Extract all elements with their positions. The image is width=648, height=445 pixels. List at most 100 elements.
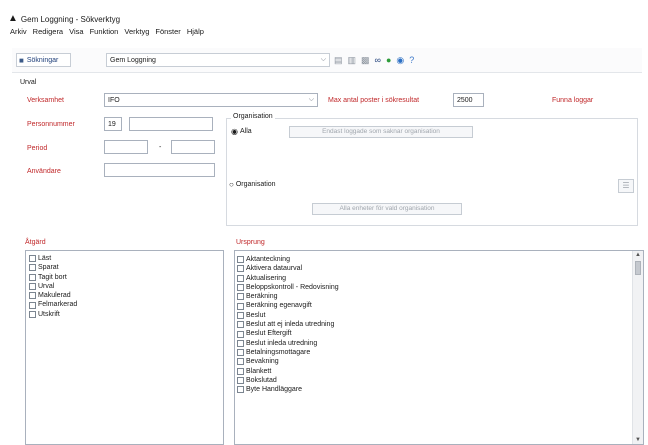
checkbox[interactable] xyxy=(29,255,36,263)
list-item[interactable]: Tagit bort xyxy=(29,273,223,282)
print-icon[interactable]: ▤ xyxy=(334,55,343,66)
atgard-label: Åtgärd xyxy=(25,239,46,246)
list-item[interactable]: Beslut inleda utredning xyxy=(237,339,643,348)
menu-item-fonster[interactable]: Fönster xyxy=(155,27,180,36)
menu-item-funktion[interactable]: Funktion xyxy=(90,27,119,36)
checkbox[interactable] xyxy=(237,386,244,394)
alla-enheter-button[interactable]: Alla enheter för vald organisation xyxy=(312,203,462,215)
saved-search-selector[interactable]: ■ Sökningar xyxy=(16,53,71,67)
checkbox[interactable] xyxy=(29,273,36,281)
list-item[interactable]: Beslut Eftergift xyxy=(237,329,643,338)
menu-item-verktyg[interactable]: Verktyg xyxy=(124,27,149,36)
checkbox[interactable] xyxy=(237,321,244,329)
scroll-down-icon[interactable]: ▼ xyxy=(633,437,643,443)
period-from-input[interactable] xyxy=(104,140,148,154)
scroll-up-icon[interactable]: ▲ xyxy=(633,251,643,259)
max-poster-label: Max antal poster i sökresultat xyxy=(328,97,420,104)
checkbox[interactable] xyxy=(237,358,244,366)
checkbox[interactable] xyxy=(237,311,244,319)
verksamhet-label: Verksamhet xyxy=(27,97,64,104)
checkbox[interactable] xyxy=(29,283,36,291)
ursprung-list: Aktanteckning Aktivera dataurval Aktuali… xyxy=(234,250,644,445)
checkbox[interactable] xyxy=(237,330,244,338)
ursprung-scrollbar[interactable]: ▲ ▼ xyxy=(632,251,643,444)
app-logo-icon: ▲ xyxy=(8,13,18,24)
radio-selected-icon: ◉ xyxy=(231,127,238,136)
checkbox[interactable] xyxy=(237,377,244,384)
save-icon: ■ xyxy=(19,55,24,65)
checkbox[interactable] xyxy=(237,274,244,282)
list-item[interactable]: Utskrift xyxy=(29,310,223,319)
question-icon[interactable]: ? xyxy=(409,55,414,65)
binoculars-icon[interactable]: ∞ xyxy=(375,55,381,65)
personnummer-input[interactable] xyxy=(129,117,213,131)
checkbox[interactable] xyxy=(237,293,244,301)
checkbox[interactable] xyxy=(237,339,244,347)
help-icon[interactable]: ◉ xyxy=(396,55,404,66)
funna-loggar-label: Funna loggar xyxy=(552,97,594,104)
list-item[interactable]: Beräkning egenavgift xyxy=(237,301,643,310)
menu-bar: Arkiv Redigera Visa Funktion Verktyg Fön… xyxy=(10,27,210,36)
period-separator: - xyxy=(159,144,162,151)
list-item[interactable]: Byte Handläggare xyxy=(237,385,643,394)
title-bar: ▲ Gem Loggning - Sökverktyg xyxy=(8,13,120,25)
list-item[interactable]: Makulerad xyxy=(29,291,223,300)
menu-item-visa[interactable]: Visa xyxy=(69,27,83,36)
ursprung-label: Ursprung xyxy=(236,239,265,246)
tree-picker-icon: ☰ xyxy=(622,181,630,190)
list-item[interactable]: Beslut xyxy=(237,311,643,320)
list-item[interactable]: Läst xyxy=(29,254,223,263)
menu-item-hjalp[interactable]: Hjälp xyxy=(187,27,204,36)
list-item[interactable]: Sparat xyxy=(29,263,223,272)
chevron-down-icon: ⌵ xyxy=(320,56,326,63)
period-to-input[interactable] xyxy=(171,140,215,154)
checkbox[interactable] xyxy=(237,302,244,310)
checkbox[interactable] xyxy=(237,265,244,273)
list-item[interactable]: Beräkning xyxy=(237,292,643,301)
checkbox[interactable] xyxy=(29,264,36,272)
anvandare-label: Användare xyxy=(27,168,61,175)
list-item[interactable]: Bevakning xyxy=(237,357,643,366)
run-search-icon[interactable]: ● xyxy=(386,55,391,65)
toolbar-icons: ▤ ▥ ▩ ∞ ● ◉ ? xyxy=(334,54,414,66)
menu-item-redigera[interactable]: Redigera xyxy=(33,27,63,36)
org-picker-button[interactable]: ☰ xyxy=(618,179,634,193)
list-item[interactable]: Blankett xyxy=(237,367,643,376)
period-label: Period xyxy=(27,145,48,152)
checkbox[interactable] xyxy=(237,349,244,357)
list-item[interactable]: Beslut att ej inleda utredning xyxy=(237,320,643,329)
list-item[interactable]: Bokslutad xyxy=(237,376,643,385)
print-preview-icon[interactable]: ▥ xyxy=(348,55,357,66)
anvandare-input[interactable] xyxy=(104,163,215,177)
list-item[interactable]: Aktanteckning xyxy=(237,255,643,264)
radio-alla[interactable]: ◉ Alla xyxy=(231,127,252,136)
personnummer-label: Personnummer xyxy=(27,121,75,128)
atgard-list: Läst Sparat Tagit bort Urval Makulerad F… xyxy=(25,250,224,445)
export-icon[interactable]: ▩ xyxy=(361,55,370,66)
window-title: Gem Loggning - Sökverktyg xyxy=(20,14,121,24)
chevron-down-icon: ⌵ xyxy=(308,96,314,103)
list-item[interactable]: Felmarkerad xyxy=(29,300,223,309)
radio-unselected-icon: ○ xyxy=(229,180,234,189)
checkbox[interactable] xyxy=(29,301,36,309)
list-item[interactable]: Aktivera dataurval xyxy=(237,264,643,273)
list-item[interactable]: Betalningsmottagare xyxy=(237,348,643,357)
checkbox[interactable] xyxy=(29,310,36,318)
max-poster-input[interactable]: 2500 xyxy=(453,93,484,107)
radio-organisation[interactable]: ○ Organisation xyxy=(229,180,276,189)
list-item[interactable]: Aktualisering xyxy=(237,274,643,283)
saved-search-dropdown[interactable]: Gem Loggning ⌵ xyxy=(106,53,330,67)
verksamhet-dropdown[interactable]: IFO ⌵ xyxy=(104,93,318,107)
checkbox[interactable] xyxy=(237,284,244,292)
list-item[interactable]: Beloppskontroll - Redovisning xyxy=(237,283,643,292)
checkbox[interactable] xyxy=(237,367,244,375)
endast-loggade-button[interactable]: Endast loggade som saknar organisation xyxy=(289,126,473,138)
scrollbar-thumb[interactable] xyxy=(635,261,641,275)
organisation-group-label: Organisation xyxy=(231,113,275,120)
menu-item-arkiv[interactable]: Arkiv xyxy=(10,27,27,36)
list-item[interactable]: Urval xyxy=(29,282,223,291)
checkbox[interactable] xyxy=(237,256,244,264)
checkbox[interactable] xyxy=(29,292,36,300)
urval-section-label: Urval xyxy=(20,79,37,86)
personnummer-prefix-input[interactable]: 19 xyxy=(104,117,122,131)
